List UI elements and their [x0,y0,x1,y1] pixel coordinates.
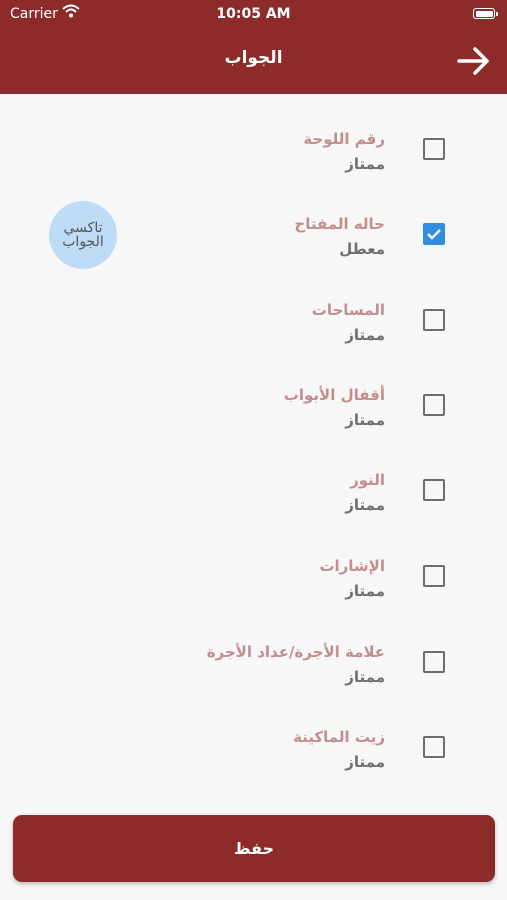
item-checkbox[interactable] [423,736,445,758]
navigation-bar: الجواب [0,28,507,94]
item-value: ممتاز [345,668,385,686]
checklist-item-lights[interactable]: النور ممتاز [0,471,507,557]
item-checkbox[interactable] [423,138,445,160]
status-bar: Carrier 10:05 AM [0,0,507,28]
checklist-item-door-locks[interactable]: أقفال الأبواب ممتاز [0,386,507,472]
checklist-item-plate-number[interactable]: رقم اللوحة ممتاز [0,130,507,216]
item-value: ممتاز [345,496,385,514]
item-label: المساحات [311,301,385,319]
item-value: ممتاز [345,753,385,771]
checklist-item-wipers[interactable]: المساحات ممتاز [0,301,507,387]
item-label: زيت الماكينة [293,728,385,746]
clock: 10:05 AM [216,6,291,22]
battery-icon [473,8,498,19]
back-button[interactable] [455,42,493,80]
item-checkbox[interactable] [423,309,445,331]
item-label: النور [350,471,385,489]
checklist-item-taxi-sign-meter[interactable]: علامة الأجرة/عداد الأجرة ممتاز [0,643,507,729]
item-value: ممتاز [345,326,385,344]
item-checkbox[interactable] [423,565,445,587]
item-value: معطل [339,240,385,258]
checklist-item-engine-oil[interactable]: زيت الماكينة ممتاز [0,728,507,814]
check-icon [427,229,441,240]
arrow-right-icon [457,47,489,75]
item-value: ممتاز [345,411,385,429]
item-checkbox[interactable] [423,223,445,245]
save-button-label: حفظ [233,839,275,858]
item-checkbox[interactable] [423,479,445,501]
checklist-item-key-status[interactable]: حاله المفتاح معطل [0,215,507,301]
item-value: ممتاز [345,582,385,600]
item-label: رقم اللوحة [303,130,385,148]
item-label: علامة الأجرة/عداد الأجرة [206,643,385,661]
checklist-item-signals[interactable]: الإشارات ممتاز [0,557,507,643]
item-value: ممتاز [345,155,385,173]
item-label: حاله المفتاح [294,215,385,233]
page-title: الجواب [224,48,283,68]
item-label: الإشارات [319,557,385,575]
item-label: أقفال الأبواب [283,386,385,404]
item-checkbox[interactable] [423,394,445,416]
save-button[interactable]: حفظ [13,815,495,882]
item-checkbox[interactable] [423,651,445,673]
